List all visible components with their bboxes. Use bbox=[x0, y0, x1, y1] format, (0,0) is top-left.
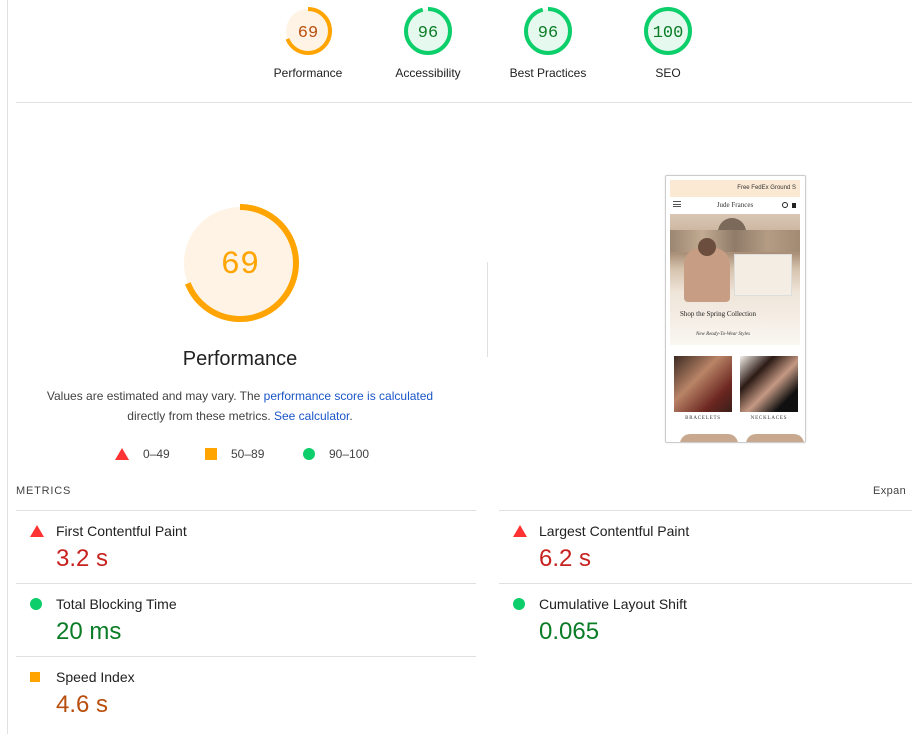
legend-label: 50–89 bbox=[231, 447, 265, 461]
gauge-performance[interactable]: 69 Performance bbox=[258, 6, 358, 80]
metric-name: Cumulative Layout Shift bbox=[539, 596, 687, 612]
gauge-score: 100 bbox=[653, 24, 684, 43]
metric-value: 0.065 bbox=[539, 618, 600, 645]
gauge-ring: 96 bbox=[404, 7, 452, 55]
gauge-label: Best Practices bbox=[509, 66, 587, 80]
performance-title: Performance bbox=[182, 348, 298, 370]
search-icon bbox=[782, 202, 788, 208]
metric-value: 6.2 s bbox=[539, 545, 592, 572]
desc-text: Values are estimated and may vary. The bbox=[46, 389, 264, 403]
performance-description: Values are estimated and may vary. The p… bbox=[40, 386, 440, 426]
metrics-header: METRICS bbox=[16, 485, 72, 497]
site-header: Jude Frances bbox=[670, 198, 800, 212]
promo-banner: Free FedEx Ground S bbox=[670, 180, 800, 197]
gauge-best-practices[interactable]: 96 Best Practices bbox=[498, 6, 598, 80]
cityscape-shape bbox=[670, 230, 800, 252]
next-tile-peek bbox=[746, 434, 804, 442]
legend-label: 90–100 bbox=[329, 447, 370, 461]
vertical-separator bbox=[487, 262, 488, 357]
gauge-ring: 96 bbox=[524, 7, 572, 55]
brand-logo: Jude Frances bbox=[716, 201, 754, 209]
gauge-score: 96 bbox=[418, 24, 438, 43]
metric-name: First Contentful Paint bbox=[56, 523, 187, 539]
circle-icon bbox=[30, 598, 42, 610]
gauge-ring: 69 bbox=[284, 7, 332, 55]
jewelry-card-shape bbox=[734, 254, 792, 296]
square-icon bbox=[30, 672, 40, 682]
gauge-ring: 100 bbox=[644, 7, 692, 55]
metric-value: 3.2 s bbox=[56, 545, 109, 572]
performance-score: 69 bbox=[221, 246, 259, 283]
legend-label: 0–49 bbox=[143, 447, 170, 461]
gauge-seo[interactable]: 100 SEO bbox=[618, 6, 718, 80]
divider bbox=[499, 510, 912, 511]
legend-average: 50–89 bbox=[205, 446, 264, 462]
performance-gauge: 69 bbox=[181, 204, 299, 322]
header-divider bbox=[16, 102, 912, 103]
model-shape bbox=[684, 238, 730, 302]
gauge-label: Performance bbox=[273, 66, 343, 80]
gauge-label: SEO bbox=[655, 66, 681, 80]
circle-icon bbox=[303, 448, 315, 460]
legend-fail: 0–49 bbox=[115, 446, 170, 462]
gauge-score: 69 bbox=[298, 24, 318, 43]
divider bbox=[16, 510, 476, 511]
triangle-icon bbox=[115, 448, 129, 460]
tile-label: NECKLACES bbox=[750, 416, 788, 421]
see-calculator-link[interactable]: See calculator bbox=[274, 409, 349, 423]
divider bbox=[499, 583, 912, 584]
metric-value: 20 ms bbox=[56, 618, 122, 645]
gauge-score: 96 bbox=[538, 24, 558, 43]
metric-name: Total Blocking Time bbox=[56, 596, 177, 612]
next-tile-peek bbox=[680, 434, 738, 442]
divider bbox=[16, 656, 476, 657]
metric-name: Speed Index bbox=[56, 669, 135, 685]
bag-icon bbox=[792, 203, 796, 208]
triangle-icon bbox=[30, 525, 44, 537]
metric-name: Largest Contentful Paint bbox=[539, 523, 690, 539]
score-calculated-link[interactable]: performance score is calculated bbox=[264, 389, 433, 403]
expand-view-toggle[interactable]: Expan bbox=[873, 485, 906, 497]
tile-label: BRACELETS bbox=[685, 416, 721, 421]
final-screenshot[interactable]: Free FedEx Ground S Jude Frances Shop th… bbox=[665, 175, 806, 443]
circle-icon bbox=[513, 598, 525, 610]
desc-text: directly from these metrics. bbox=[127, 409, 274, 423]
legend-pass: 90–100 bbox=[303, 446, 369, 462]
bracelets-image bbox=[674, 356, 732, 412]
hero-subtitle: New Ready-To-Wear Styles bbox=[696, 332, 751, 337]
triangle-icon bbox=[513, 525, 527, 537]
gauge-label: Accessibility bbox=[395, 66, 461, 80]
hero-title: Shop the Spring Collection bbox=[680, 310, 757, 318]
gauge-accessibility[interactable]: 96 Accessibility bbox=[378, 6, 478, 80]
square-icon bbox=[205, 448, 217, 460]
hero-image: Shop the Spring Collection New Ready-To-… bbox=[670, 214, 800, 345]
metric-value: 4.6 s bbox=[56, 691, 109, 718]
divider bbox=[16, 583, 476, 584]
necklaces-image bbox=[740, 356, 798, 412]
left-border bbox=[7, 0, 8, 734]
hamburger-menu-icon bbox=[673, 201, 681, 207]
desc-text: . bbox=[349, 409, 353, 423]
